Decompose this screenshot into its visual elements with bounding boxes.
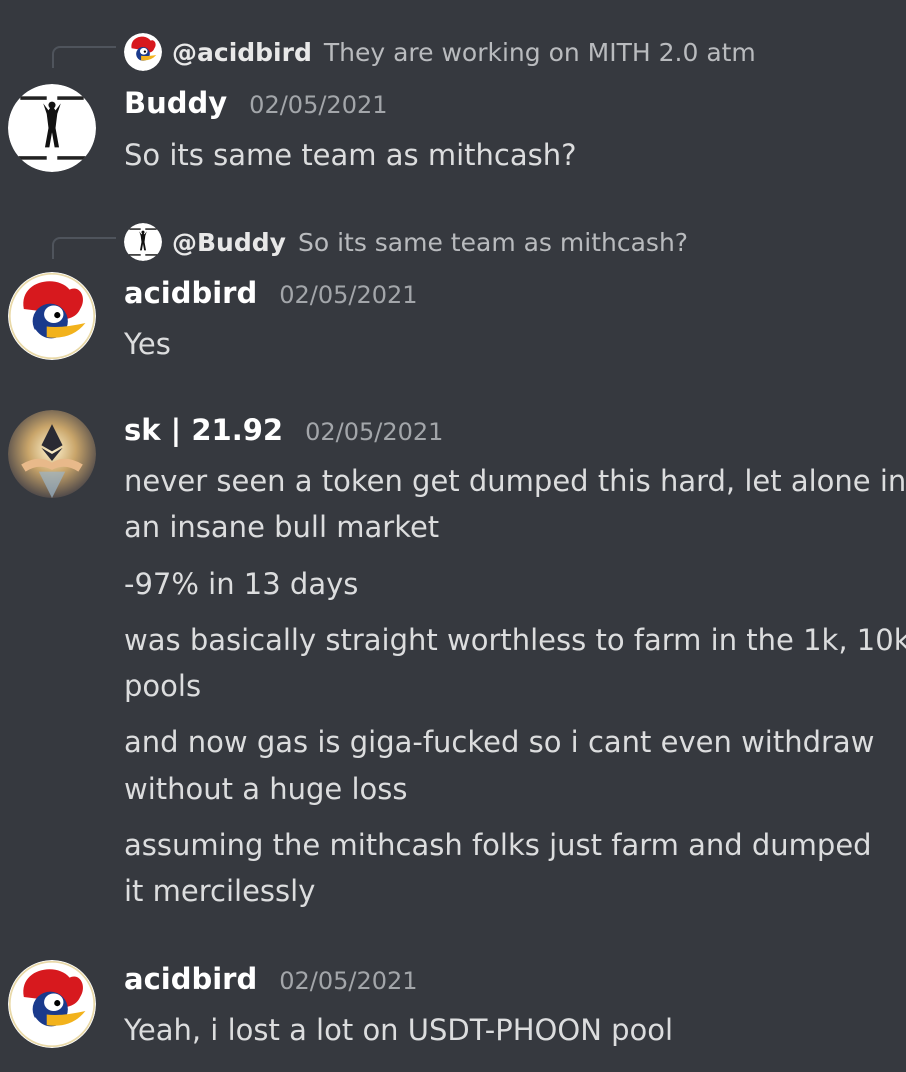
timestamp: 02/05/2021 [249, 91, 388, 119]
reply-preview[interactable]: @acidbird They are working on MITH 2.0 a… [124, 32, 756, 72]
woody-woodpecker-icon[interactable] [8, 960, 96, 1048]
username[interactable]: sk | 21.92 [124, 413, 283, 447]
reply-preview[interactable]: @Buddy So its same team as mithcash? [124, 222, 688, 262]
message-header: acidbird 02/05/2021 [124, 962, 418, 1006]
message-text: was basically straight worthless to farm… [124, 623, 906, 657]
reply-connector [52, 46, 116, 68]
message-text: assuming the mithcash folks just farm an… [124, 828, 872, 862]
message-text: without a huge loss [124, 772, 408, 806]
message-text: an insane bull market [124, 510, 440, 544]
timestamp: 02/05/2021 [279, 967, 418, 995]
reply-text: So its same team as mithcash? [297, 227, 689, 257]
username[interactable]: acidbird [124, 962, 257, 996]
message-text: Yes [124, 327, 171, 361]
message-text: pools [124, 669, 202, 703]
reply-author[interactable]: @Buddy [172, 228, 286, 257]
timestamp: 02/05/2021 [279, 281, 418, 309]
timestamp: 02/05/2021 [305, 418, 444, 446]
username[interactable]: acidbird [124, 276, 257, 310]
message-header: sk | 21.92 02/05/2021 [124, 413, 443, 457]
message-text: Yeah, i lost a lot on USDT-PHOON pool [124, 1013, 674, 1047]
message-text: and now gas is giga-fucked so i cant eve… [124, 725, 875, 759]
message-header: Buddy 02/05/2021 [124, 86, 388, 130]
message-header: acidbird 02/05/2021 [124, 276, 418, 320]
message-text: it mercilessly [124, 874, 316, 908]
message-text: So its same team as mithcash? [124, 138, 577, 172]
reply-text: They are working on MITH 2.0 atm [323, 37, 756, 67]
ethereum-avatar[interactable] [8, 410, 96, 498]
reply-author[interactable]: @acidbird [172, 38, 312, 67]
username[interactable]: Buddy [124, 86, 227, 120]
buddy-avatar [124, 223, 162, 261]
message-text: never seen a token get dumped this hard,… [124, 464, 906, 498]
woody-woodpecker-icon [124, 33, 162, 71]
message-text: -97% in 13 days [124, 567, 359, 601]
buddy-avatar[interactable] [8, 84, 96, 172]
woody-woodpecker-icon[interactable] [8, 272, 96, 360]
reply-connector [52, 237, 116, 259]
